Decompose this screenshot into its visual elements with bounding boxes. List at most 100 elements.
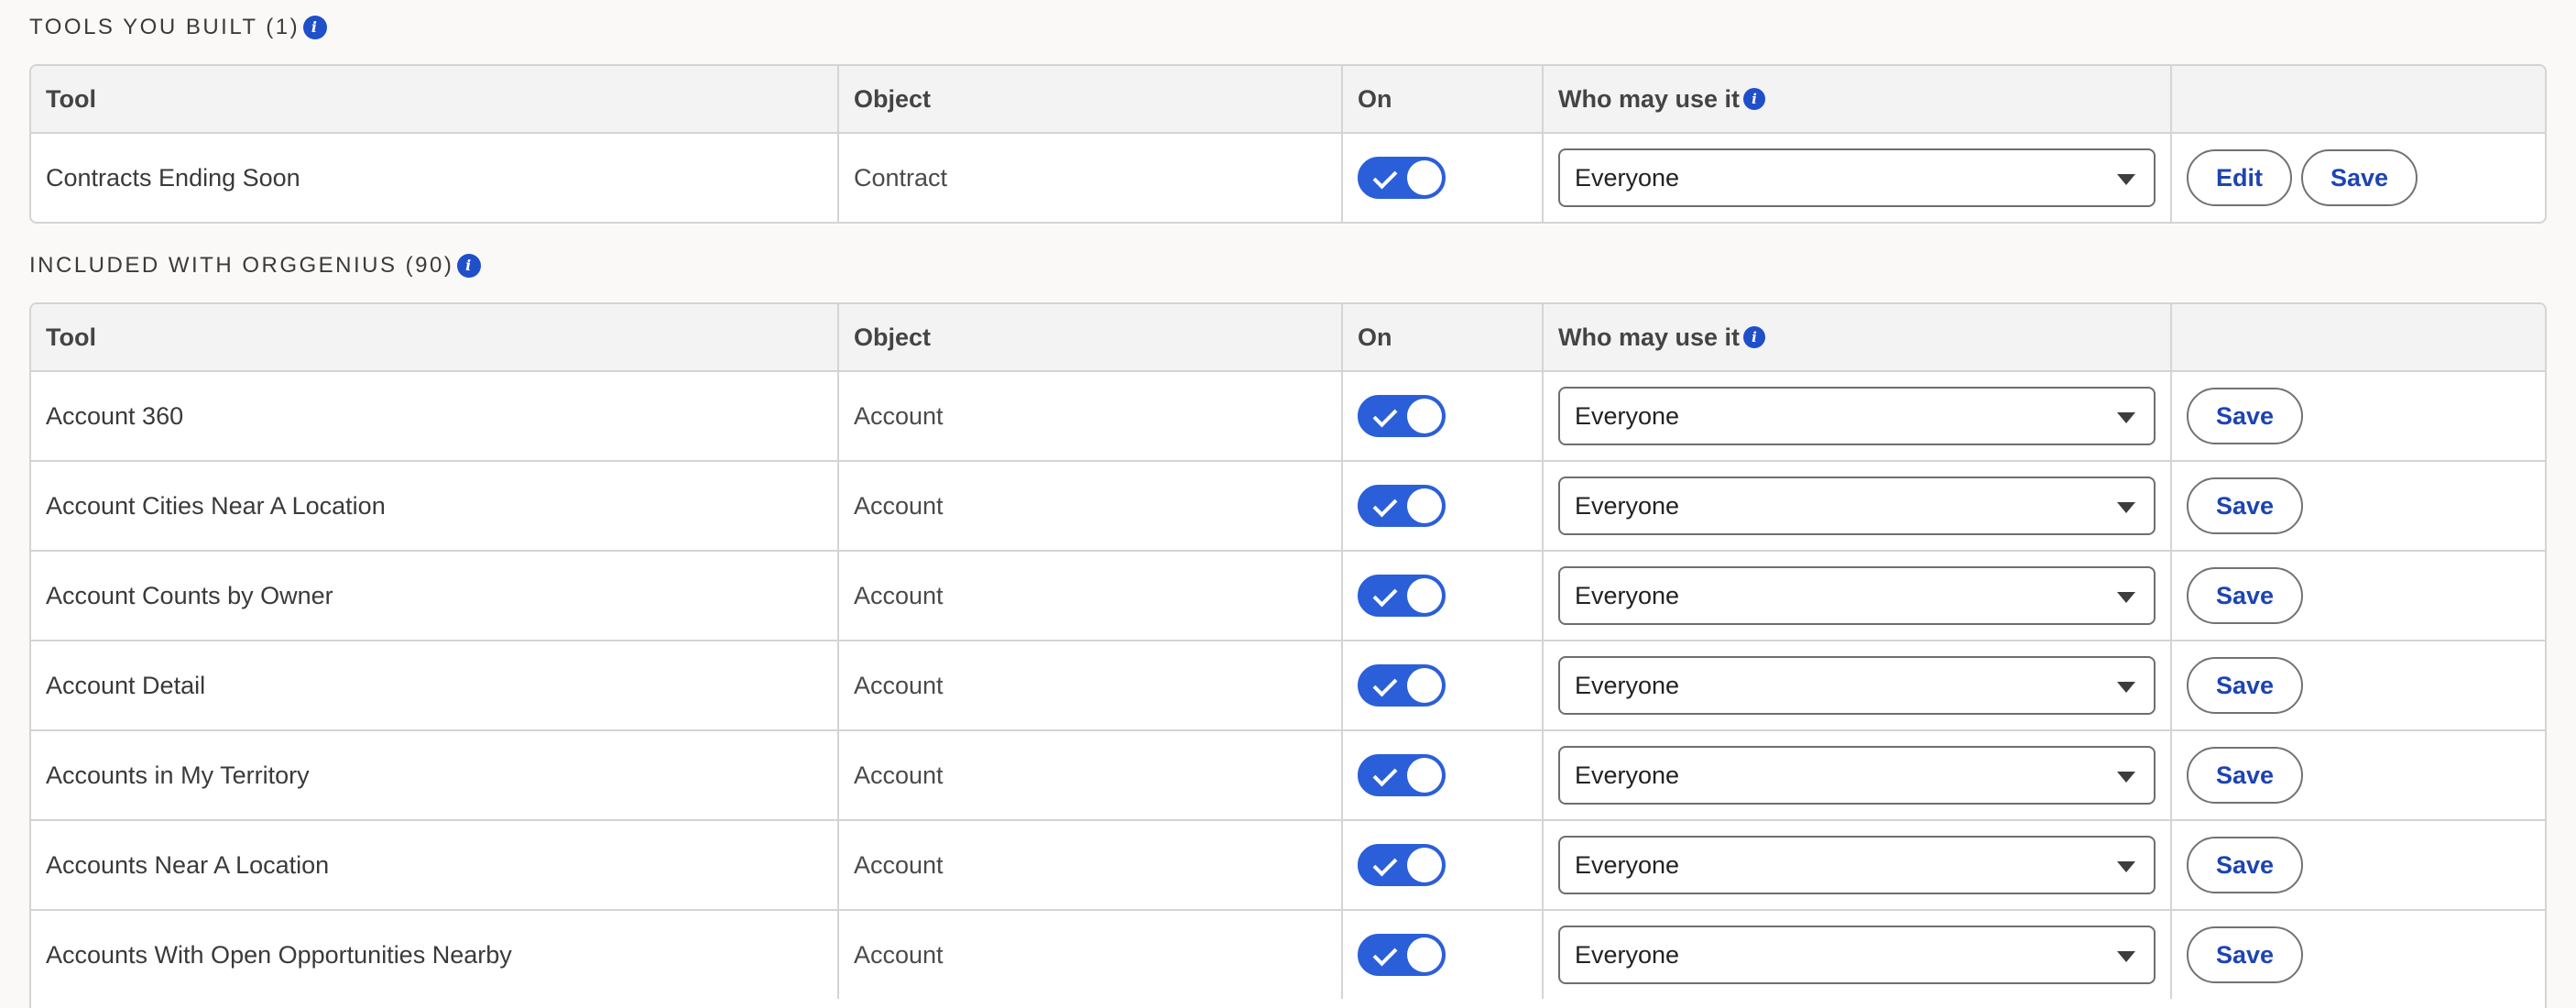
tool-name: Contracts Ending Soon [46,163,300,192]
edit-button[interactable]: Edit [2187,149,2292,206]
chevron-down-icon [2117,592,2135,603]
who-cell: Everyone [1542,552,2170,640]
object-name: Account [837,641,1341,729]
who-may-use-select[interactable]: Everyone [1558,926,2156,984]
table-header-row: Tool Object On Who may use it i [31,304,2545,370]
chevron-down-icon [2117,682,2135,693]
who-may-use-value: Everyone [1575,761,1680,789]
check-icon [1372,402,1398,428]
info-icon[interactable]: i [1743,88,1766,110]
save-button[interactable]: Save [2187,388,2304,444]
object-name: Contract [837,134,1341,222]
who-may-use-select[interactable]: Everyone [1558,477,2156,535]
table-row: Contracts Ending Soon Contract Everyone … [31,132,2545,222]
actions-cell: Save [2170,372,2545,460]
tool-name: Accounts With Open Opportunities Nearby [46,940,512,969]
enabled-toggle[interactable] [1358,664,1446,707]
check-icon [1372,582,1398,608]
column-header-tool: Tool [46,84,96,113]
column-header-object: Object [837,66,1341,132]
toggle-cell [1341,372,1542,460]
actions-cell: Save [2170,731,2545,819]
toggle-knob [1407,399,1442,433]
chevron-down-icon [2117,174,2135,185]
column-header-on: On [1341,66,1542,132]
check-icon [1372,492,1398,518]
chevron-down-icon [2117,412,2135,423]
table-row: Account Counts by Owner Account Everyone… [31,550,2545,640]
chevron-down-icon [2117,861,2135,872]
save-button[interactable]: Save [2187,747,2304,804]
toggle-knob [1407,488,1442,523]
who-may-use-select[interactable]: Everyone [1558,148,2156,207]
actions-cell: Save [2170,911,2545,999]
who-may-use-value: Everyone [1575,850,1680,879]
save-button[interactable]: Save [2187,926,2304,983]
object-name: Account [837,821,1341,909]
table-row: Account Detail Account Everyone Save [31,640,2545,729]
column-header-who-text: Who may use it [1558,84,1741,113]
who-may-use-select[interactable]: Everyone [1558,656,2156,715]
who-cell: Everyone [1542,372,2170,460]
toggle-knob [1407,578,1442,613]
save-button[interactable]: Save [2187,567,2304,624]
column-header-who: Who may use it i [1542,66,2170,132]
tool-name: Account Cities Near A Location [46,491,386,520]
table-row: Accounts in My Territory Account Everyon… [31,729,2545,819]
enabled-toggle[interactable] [1358,934,1446,976]
table-row: Account 360 Account Everyone Save [31,370,2545,460]
enabled-toggle[interactable] [1358,485,1446,527]
save-button[interactable]: Save [2187,837,2304,893]
section-title-built: TOOLS YOU BUILT (1) i [29,15,328,40]
actions-cell: Save [2170,462,2545,550]
tool-name: Account Counts by Owner [46,581,333,609]
who-may-use-value: Everyone [1575,163,1680,192]
save-button[interactable]: Save [2301,149,2418,206]
who-may-use-select[interactable]: Everyone [1558,836,2156,894]
enabled-toggle[interactable] [1358,575,1446,617]
tool-name: Accounts Near A Location [46,850,330,879]
who-may-use-select[interactable]: Everyone [1558,746,2156,805]
who-may-use-select[interactable]: Everyone [1558,566,2156,625]
tool-name: Account Detail [46,671,206,699]
section-title-included: INCLUDED WITH ORGGENIUS (90) i [29,253,482,279]
who-cell: Everyone [1542,641,2170,729]
actions-cell: Save [2170,552,2545,640]
who-cell: Everyone [1542,134,2170,222]
info-icon[interactable]: i [303,16,328,39]
info-icon[interactable]: i [457,254,482,278]
object-name: Account [837,372,1341,460]
column-header-on: On [1341,304,1542,370]
enabled-toggle[interactable] [1358,157,1446,199]
who-may-use-value: Everyone [1575,671,1680,699]
who-cell: Everyone [1542,462,2170,550]
object-name: Account [837,552,1341,640]
actions-cell: Edit Save [2170,134,2545,222]
info-icon[interactable]: i [1743,326,1766,348]
column-header-actions [2170,304,2545,370]
toggle-knob [1407,668,1442,703]
check-icon [1372,164,1398,190]
save-button[interactable]: Save [2187,477,2304,534]
save-button[interactable]: Save [2187,657,2304,714]
column-header-who: Who may use it i [1542,304,2170,370]
object-name: Account [837,731,1341,819]
toggle-cell [1341,911,1542,999]
check-icon [1372,851,1398,877]
enabled-toggle[interactable] [1358,754,1446,796]
table-row: Accounts Near A Location Account Everyon… [31,819,2545,909]
check-icon [1372,941,1398,967]
section-title-built-text: TOOLS YOU BUILT (1) [29,15,300,39]
toggle-knob [1407,937,1442,972]
column-header-object: Object [837,304,1341,370]
enabled-toggle[interactable] [1358,844,1446,886]
who-cell: Everyone [1542,821,2170,909]
chevron-down-icon [2117,951,2135,962]
who-cell: Everyone [1542,911,2170,999]
who-may-use-select[interactable]: Everyone [1558,387,2156,445]
enabled-toggle[interactable] [1358,395,1446,437]
check-icon [1372,672,1398,697]
built-tools-table: Tool Object On Who may use it i Contract… [29,64,2547,224]
tool-name: Account 360 [46,401,184,430]
chevron-down-icon [2117,772,2135,783]
